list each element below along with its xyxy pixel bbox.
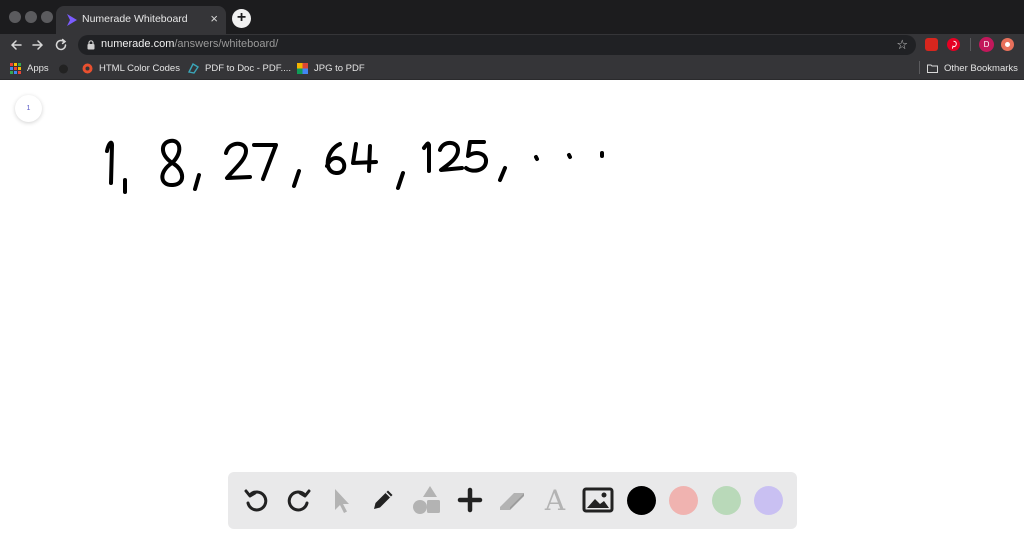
- redo-button[interactable]: [283, 484, 315, 516]
- bookmark-other-bookmarks[interactable]: Other Bookmarks: [927, 61, 1018, 75]
- pointer-tool[interactable]: [324, 484, 356, 516]
- undo-icon: [244, 489, 268, 512]
- color-swatch-black[interactable]: [627, 486, 656, 515]
- url-path: /answers/whiteboard/: [174, 38, 279, 50]
- pinterest-icon[interactable]: [947, 38, 960, 51]
- color-swatch-purple[interactable]: [754, 486, 783, 515]
- bookmark-label: HTML Color Codes: [99, 62, 180, 74]
- apps-grid-icon: [10, 62, 21, 74]
- bookmark-pdf-to-doc[interactable]: PDF to Doc - PDF....: [188, 61, 291, 75]
- bookmark-html-color-codes[interactable]: HTML Color Codes: [82, 61, 180, 75]
- tab-close-icon[interactable]: ×: [210, 11, 218, 27]
- folder-icon: [927, 64, 938, 73]
- bookmark-blank[interactable]: [58, 61, 75, 75]
- bookmark-apps[interactable]: Apps: [10, 61, 49, 75]
- forward-arrow-icon[interactable]: [30, 37, 46, 53]
- eraser-tool[interactable]: [496, 484, 528, 516]
- color-codes-icon: [82, 63, 93, 73]
- reload-icon[interactable]: [53, 37, 69, 53]
- url-text: numerade.com/answers/whiteboard/: [101, 38, 278, 50]
- extension-icon[interactable]: [1001, 38, 1014, 51]
- numerade-favicon-icon: [67, 14, 77, 26]
- browser-titlebar: Numerade Whiteboard × +: [0, 0, 1024, 34]
- profile-avatar[interactable]: D: [979, 37, 994, 52]
- bookmark-label: JPG to PDF: [314, 62, 365, 74]
- drawing-toolbar: A: [228, 472, 797, 529]
- address-bar[interactable]: numerade.com/answers/whiteboard/ ☆: [78, 35, 916, 55]
- whiteboard-canvas[interactable]: [0, 80, 1024, 536]
- page-number-badge[interactable]: 1: [15, 95, 42, 122]
- bookmark-label: Other Bookmarks: [944, 62, 1018, 74]
- new-tab-button[interactable]: +: [232, 9, 251, 28]
- add-icon: [457, 487, 483, 513]
- toolbar-separator: [970, 38, 971, 51]
- lock-icon: [87, 40, 95, 50]
- color-swatch-pink[interactable]: [669, 486, 698, 515]
- image-icon: [582, 487, 614, 513]
- address-toolbar: numerade.com/answers/whiteboard/ ☆ D: [0, 34, 1024, 56]
- tab-title: Numerade Whiteboard: [82, 13, 188, 25]
- bookmark-label: Apps: [27, 62, 49, 74]
- extension-flag-icon[interactable]: [925, 38, 938, 51]
- color-swatch-green[interactable]: [712, 486, 741, 515]
- shapes-tool[interactable]: [411, 484, 443, 516]
- eraser-icon: [500, 493, 524, 510]
- url-host: numerade.com: [101, 38, 175, 50]
- pointer-icon: [335, 489, 349, 513]
- text-tool[interactable]: A: [539, 484, 571, 517]
- undo-button[interactable]: [240, 484, 272, 516]
- jpg-to-pdf-icon: [297, 62, 308, 74]
- pen-tool[interactable]: [367, 484, 399, 516]
- redo-icon: [287, 489, 311, 512]
- window-zoom-dot[interactable]: [41, 11, 53, 23]
- shapes-icon: [413, 486, 440, 514]
- bookmark-jpg-to-pdf[interactable]: JPG to PDF: [297, 61, 365, 75]
- pen-icon: [374, 490, 393, 509]
- apple-icon: [59, 64, 68, 73]
- active-tab[interactable]: Numerade Whiteboard ×: [56, 6, 226, 34]
- window-minimize-dot[interactable]: [25, 11, 37, 23]
- pdf-to-doc-icon: [188, 62, 199, 74]
- back-arrow-icon[interactable]: [8, 37, 24, 53]
- bookmarks-separator: [919, 61, 920, 74]
- window-close-dot[interactable]: [9, 11, 21, 23]
- bookmarks-bar: Apps HTML Color Codes PDF to Doc - PDF..…: [0, 56, 1024, 80]
- bookmark-star-icon[interactable]: ☆: [896, 37, 908, 53]
- image-tool[interactable]: [582, 484, 614, 516]
- bookmark-label: PDF to Doc - PDF....: [205, 62, 292, 74]
- add-button[interactable]: [454, 484, 486, 516]
